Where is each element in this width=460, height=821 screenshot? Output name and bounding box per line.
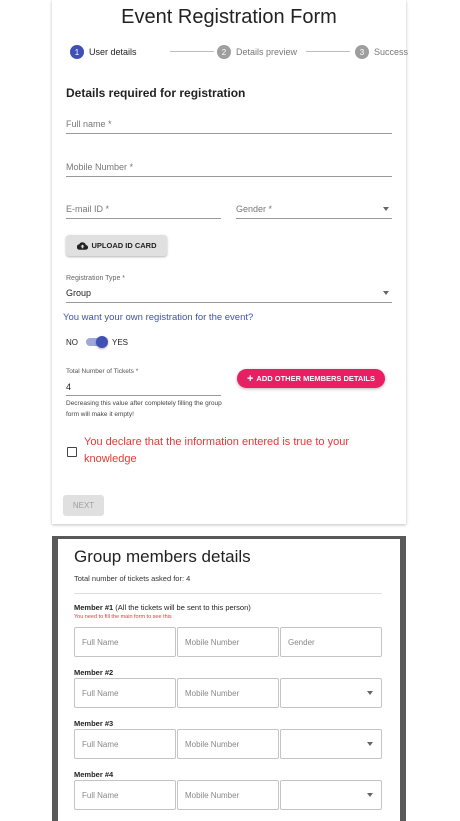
toggle-yes-label: YES [112,337,129,347]
form-title: Event Registration Form [121,6,337,28]
tickets-input[interactable]: 4 [66,378,221,396]
tickets-value: 4 [66,382,72,392]
chevron-down-icon [367,742,373,746]
registration-type-label: Registration Type * [66,275,126,282]
member-1-heading: Member #1 (All the tickets will be sent … [74,603,251,612]
step-connector [170,51,214,52]
gender-placeholder: Gender * [236,204,273,214]
stepper: 1 User details 2 Details preview 3 Succe… [70,44,408,60]
gender-select[interactable]: Gender * [236,197,392,219]
mobile-placeholder: Mobile Number [185,638,240,647]
chevron-down-icon [383,207,389,211]
own-registration-switch[interactable] [86,336,108,348]
mobile-number-input[interactable]: Mobile Number * [66,155,392,177]
upload-label: UPLOAD ID CARD [91,241,157,250]
member-4-mobile-input[interactable]: Mobile Number [177,780,279,810]
mobile-placeholder: Mobile Number [185,689,240,698]
own-registration-question: You want your own registration for the e… [63,312,254,323]
registration-form-card: Event Registration Form 1 User details 2… [52,0,408,524]
upload-id-card-button[interactable]: UPLOAD ID CARD [66,235,167,256]
chevron-down-icon [367,793,373,797]
full-name-input[interactable]: Full name * [66,112,392,134]
member-2-heading: Member #2 [74,668,113,677]
add-members-label: ADD OTHER MEMBERS DETAILS [256,374,376,383]
member-1-warning: You need to fill the main form to see th… [74,614,172,620]
member-4-gender-select[interactable] [280,780,382,810]
step-label: Details preview [236,47,298,57]
member-4-full-name-input[interactable]: Full Name [74,780,176,810]
full-name-placeholder: Full Name [82,791,119,800]
registration-type-value: Group [66,288,92,298]
gender-placeholder: Gender [288,638,315,647]
group-members-dialog: Group members details Total number of ti… [52,536,406,821]
step-number: 1 [70,45,84,59]
cloud-upload-icon [76,241,88,250]
mobile-number-placeholder: Mobile Number * [66,162,134,172]
step-label: User details [89,47,137,57]
full-name-placeholder: Full Name [82,689,119,698]
member-2-mobile-input[interactable]: Mobile Number [177,678,279,708]
member-3-full-name-input[interactable]: Full Name [74,729,176,759]
tickets-helper-text: Decreasing this value after completely f… [66,400,222,418]
step-details-preview[interactable]: 2 Details preview [217,44,297,60]
step-user-details[interactable]: 1 User details [70,44,137,60]
step-label: Success [374,47,409,57]
own-registration-toggle-row: NO YES [66,336,128,348]
member-3-mobile-input[interactable]: Mobile Number [177,729,279,759]
registration-type-select[interactable]: Group [66,286,392,303]
member-3-gender-select[interactable] [280,729,382,759]
divider [74,593,382,594]
member-3-label: Member #3 [74,719,114,728]
member-2-label: Member #2 [74,668,114,677]
switch-knob [96,336,108,348]
group-subtitle: Total number of tickets asked for: 4 [74,574,191,583]
chevron-down-icon [367,691,373,695]
mobile-placeholder: Mobile Number [185,740,240,749]
group-members-panel: Group members details Total number of ti… [58,539,400,821]
member-1-mobile-input[interactable]: Mobile Number [177,627,279,657]
full-name-placeholder: Full Name [82,638,119,647]
email-input[interactable]: E-mail ID * [66,197,221,219]
full-name-placeholder: Full Name [82,740,119,749]
step-connector [306,51,350,52]
mobile-placeholder: Mobile Number [185,791,240,800]
plus-icon: + [246,372,254,385]
member-1-note: (All the tickets will be sent to this pe… [115,603,251,612]
declaration-checkbox[interactable] [67,447,77,457]
toggle-no-label: NO [66,337,78,347]
member-1-label: Member #1 [74,603,114,612]
member-4-label: Member #4 [74,770,114,779]
group-title: Group members details [74,547,251,566]
member-1-full-name-input[interactable]: Full Name [74,627,176,657]
step-number: 3 [355,45,369,59]
declaration-text: You declare that the information entered… [84,436,349,465]
member-1-gender-input[interactable]: Gender [280,627,382,657]
member-2-full-name-input[interactable]: Full Name [74,678,176,708]
member-4-heading: Member #4 [74,770,113,779]
member-2-gender-select[interactable] [280,678,382,708]
tickets-label: Total Number of Tickets * [66,368,139,375]
email-placeholder: E-mail ID * [66,204,110,214]
add-other-members-button[interactable]: + ADD OTHER MEMBERS DETAILS [237,369,385,388]
chevron-down-icon [383,291,389,295]
next-button[interactable]: NEXT [63,495,104,516]
member-3-heading: Member #3 [74,719,113,728]
full-name-placeholder: Full name * [66,119,112,129]
step-number: 2 [217,45,231,59]
section-title: Details required for registration [66,86,246,100]
step-success[interactable]: 3 Success [355,44,408,60]
